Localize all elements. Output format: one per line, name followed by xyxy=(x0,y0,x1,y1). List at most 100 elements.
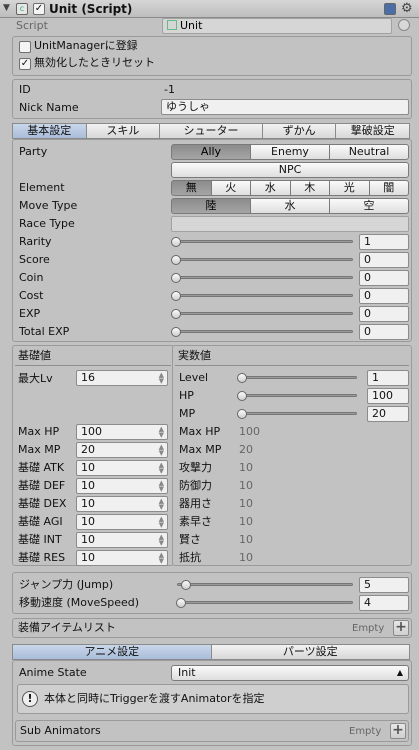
stat-score-slider-handle[interactable] xyxy=(171,255,181,265)
stat-total-exp-input[interactable]: 0 xyxy=(359,324,409,340)
element-dark-button[interactable]: 闇 xyxy=(368,180,409,196)
actual-level-input[interactable]: 1 xyxy=(367,370,409,386)
nick-name-input[interactable]: ゆうしゃ xyxy=(161,99,409,115)
actual-level-slider-handle[interactable] xyxy=(237,373,247,383)
actual-mp-slider-handle[interactable] xyxy=(237,409,247,419)
stat-coin-slider-handle[interactable] xyxy=(171,273,181,283)
register-manager-checkbox[interactable] xyxy=(19,41,31,53)
base-stat-input[interactable]: 100 ▲ ▼ xyxy=(76,424,168,440)
spinner-icon[interactable]: ▲ ▼ xyxy=(159,426,164,439)
stat-total-exp-slider-track[interactable] xyxy=(173,330,353,333)
stat-coin-input[interactable]: 0 xyxy=(359,270,409,286)
move-air-button[interactable]: 空 xyxy=(329,198,409,214)
stat-score-input[interactable]: 0 xyxy=(359,252,409,268)
base-stat-value: 10 xyxy=(81,515,95,528)
tab-skill[interactable]: スキル xyxy=(85,123,161,139)
anime-state-dropdown[interactable]: Init ▲ xyxy=(171,665,409,681)
base-stat-input[interactable]: 10 ▲ ▼ xyxy=(76,460,168,476)
help-book-icon[interactable] xyxy=(384,3,396,15)
element-wood-button[interactable]: 木 xyxy=(289,180,330,196)
stat-rarity-slider-track[interactable] xyxy=(173,240,353,243)
base-values-title: 基礎値 xyxy=(18,349,51,362)
base-stat-input[interactable]: 10 ▲ ▼ xyxy=(76,514,168,530)
move-speed-label: 移動速度 (MoveSpeed) xyxy=(19,596,140,609)
party-selector: Ally Enemy Neutral xyxy=(171,144,409,160)
actual-stat-value: 10 xyxy=(239,461,253,474)
actual-stat-label: Max MP xyxy=(179,443,222,456)
stat-exp-slider-track[interactable] xyxy=(173,312,353,315)
reset-on-disable-checkbox[interactable]: ✓ xyxy=(19,58,31,70)
script-value: Unit xyxy=(180,19,203,32)
actual-mp-input[interactable]: 20 xyxy=(367,406,409,422)
base-stat-input[interactable]: 10 ▲ ▼ xyxy=(76,478,168,494)
foldout-arrow-icon[interactable]: ▼ xyxy=(3,3,10,13)
base-stat-input[interactable]: 10 ▲ ▼ xyxy=(76,550,168,566)
jump-slider-track[interactable] xyxy=(177,583,353,586)
script-field[interactable]: Unit xyxy=(162,18,392,34)
element-light-button[interactable]: 光 xyxy=(329,180,370,196)
race-type-field[interactable] xyxy=(171,216,409,232)
tab-defeat[interactable]: 撃破設定 xyxy=(335,123,410,139)
stat-rarity-slider-handle[interactable] xyxy=(171,237,181,247)
actual-level-slider-track[interactable] xyxy=(239,376,357,379)
component-enabled-checkbox[interactable]: ✓ xyxy=(33,3,45,15)
tab-zukan[interactable]: ずかん xyxy=(261,123,337,139)
base-stat-label: 基礎 RES xyxy=(18,551,66,564)
move-land-button[interactable]: 陸 xyxy=(171,198,251,214)
max-lv-input[interactable]: 16 ▲ ▼ xyxy=(76,370,168,386)
actual-stat-value: 100 xyxy=(239,425,260,438)
add-equip-icon[interactable]: + xyxy=(393,620,409,636)
spinner-icon[interactable]: ▲ ▼ xyxy=(159,552,164,565)
gear-icon[interactable]: ⚙ xyxy=(401,1,413,16)
stat-exp-slider-handle[interactable] xyxy=(171,309,181,319)
spinner-icon[interactable]: ▲ ▼ xyxy=(159,462,164,475)
actual-hp-slider-handle[interactable] xyxy=(237,391,247,401)
stat-coin-label: Coin xyxy=(19,271,44,284)
spinner-icon[interactable]: ▲ ▼ xyxy=(159,444,164,457)
party-enemy-button[interactable]: Enemy xyxy=(250,144,330,160)
actual-stat-label: 抵抗 xyxy=(179,551,201,564)
element-fire-button[interactable]: 火 xyxy=(210,180,251,196)
jump-input[interactable]: 5 xyxy=(359,577,409,593)
add-sub-animator-icon[interactable]: + xyxy=(390,723,406,739)
move-speed-input[interactable]: 4 xyxy=(359,595,409,611)
tab-shooter[interactable]: シューター xyxy=(159,123,263,139)
tab-basic[interactable]: 基本設定 xyxy=(12,123,87,139)
stat-exp-input[interactable]: 0 xyxy=(359,306,409,322)
tab-anime-settings[interactable]: アニメ設定 xyxy=(12,644,212,660)
party-neutral-button[interactable]: Neutral xyxy=(329,144,409,160)
stat-coin-slider-track[interactable] xyxy=(173,276,353,279)
actual-hp-input[interactable]: 100 xyxy=(367,388,409,404)
spinner-icon[interactable]: ▲ ▼ xyxy=(159,534,164,547)
stat-cost-slider-track[interactable] xyxy=(173,294,353,297)
stat-cost-input[interactable]: 0 xyxy=(359,288,409,304)
stat-cost-slider-handle[interactable] xyxy=(171,291,181,301)
move-speed-slider-track[interactable] xyxy=(177,601,353,604)
move-water-button[interactable]: 水 xyxy=(250,198,330,214)
element-water-button[interactable]: 水 xyxy=(250,180,291,196)
actual-mp-slider-track[interactable] xyxy=(239,412,357,415)
actual-stat-label: 素早さ xyxy=(179,515,212,528)
actual-hp-slider-track[interactable] xyxy=(239,394,357,397)
element-none-button[interactable]: 無 xyxy=(171,180,212,196)
spinner-icon[interactable]: ▲ ▼ xyxy=(159,372,164,385)
base-stat-input[interactable]: 20 ▲ ▼ xyxy=(76,442,168,458)
stat-rarity-input[interactable]: 1 xyxy=(359,234,409,250)
base-stat-input[interactable]: 10 ▲ ▼ xyxy=(76,496,168,512)
basic-settings-box: Party Ally Enemy Neutral NPC Element 無 火… xyxy=(12,139,412,342)
spinner-icon[interactable]: ▲ ▼ xyxy=(159,480,164,493)
stat-total-exp-slider-handle[interactable] xyxy=(171,327,181,337)
spinner-icon[interactable]: ▲ ▼ xyxy=(159,516,164,529)
move-speed-slider-handle[interactable] xyxy=(176,598,186,608)
party-npc-button[interactable]: NPC xyxy=(171,162,409,178)
tab-parts-settings[interactable]: パーツ設定 xyxy=(210,644,410,660)
party-ally-button[interactable]: Ally xyxy=(171,144,251,160)
spinner-icon[interactable]: ▲ ▼ xyxy=(159,498,164,511)
stat-score-slider-track[interactable] xyxy=(173,258,353,261)
actual-stat-label: 賢さ xyxy=(179,533,201,546)
object-picker-icon[interactable] xyxy=(398,19,410,31)
options-box: UnitManagerに登録 ✓ 無効化したときリセット xyxy=(12,36,412,76)
jump-slider-handle[interactable] xyxy=(181,580,191,590)
equip-list-box: 装備アイテムリスト Empty + xyxy=(12,618,412,638)
base-stat-input[interactable]: 10 ▲ ▼ xyxy=(76,532,168,548)
